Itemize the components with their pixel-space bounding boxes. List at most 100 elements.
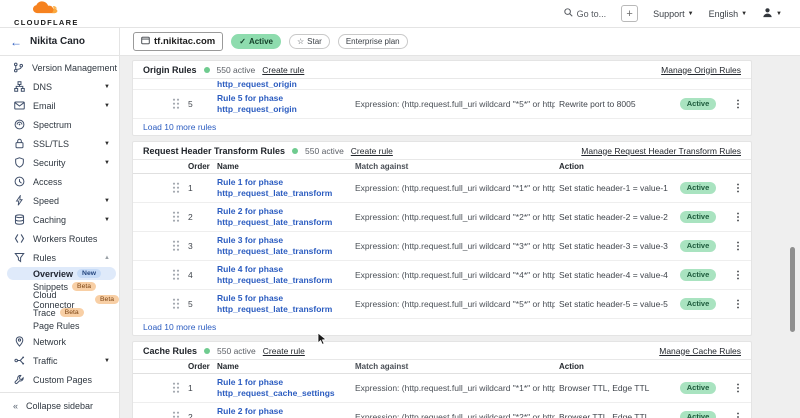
rule-name-link[interactable]: Rule 2 for phasehttp_request_cache_setti…	[217, 406, 353, 418]
kebab-menu-icon[interactable]: ⋮	[725, 99, 751, 110]
active-dot-icon	[204, 348, 210, 354]
column-header: Match against	[353, 362, 555, 371]
sidebar-item-label: Workers Routes	[33, 234, 110, 244]
chevron-down-icon: ▼	[688, 11, 694, 17]
collapse-sidebar-button[interactable]: « Collapse sidebar	[0, 392, 119, 418]
rule-name-link[interactable]: Rule 5 for phasehttp_request_late_transf…	[217, 293, 353, 315]
kebab-menu-icon[interactable]: ⋮	[725, 241, 751, 252]
kebab-menu-icon[interactable]: ⋮	[725, 270, 751, 281]
sidebar-nav: Version ManagementDNS▼Email▼ Spectrum SSL/…	[0, 56, 119, 392]
sidebar-item-access[interactable]: Access	[0, 172, 119, 191]
drag-handle-icon[interactable]	[133, 211, 185, 223]
drag-handle-icon[interactable]	[133, 411, 185, 418]
sidebar-item-caching[interactable]: Caching▼	[0, 210, 119, 229]
sidebar-item-custom-pages[interactable]: Custom Pages	[0, 370, 119, 389]
rule-name-line: http_request_late_transform	[217, 217, 353, 228]
scrollbar-thumb[interactable]	[790, 247, 795, 332]
main-content: tf.nikitac.com ✓ Active ☆ Star Enterpris…	[120, 28, 800, 418]
kebab-menu-icon[interactable]: ⋮	[725, 212, 751, 223]
sidebar-item-label: Access	[33, 177, 110, 187]
rule-name-link[interactable]: Rule 1 for phasehttp_request_cache_setti…	[217, 377, 353, 399]
kebab-menu-icon[interactable]: ⋮	[725, 299, 751, 310]
sidebar-item-traffic[interactable]: Traffic▼	[0, 351, 119, 370]
section-title: Request Header Transform Rules	[143, 146, 285, 156]
rule-name-link[interactable]: Rule 1 for phasehttp_request_late_transf…	[217, 177, 353, 199]
rule-name-line: http_request_origin	[217, 79, 353, 89]
sidebar-item-workers-routes[interactable]: Workers Routes	[0, 229, 119, 248]
kebab-menu-icon[interactable]: ⋮	[725, 383, 751, 394]
drag-handle-icon[interactable]	[133, 269, 185, 281]
create-rule-link[interactable]: Create rule	[263, 346, 305, 356]
badge-cell: Active	[671, 182, 725, 194]
rule-name-link[interactable]: Rule 4 for phasehttp_request_late_transf…	[217, 264, 353, 286]
name-cell: Rule 5 for phasehttp_request_origin	[213, 93, 353, 115]
sidebar-item-email[interactable]: Email▼	[0, 96, 119, 115]
column-header: Order	[185, 362, 213, 371]
rule-name-line: http_request_cache_settings	[217, 388, 353, 399]
section-header: Request Header Transform Rules 550 active…	[133, 142, 751, 160]
traffic-icon	[13, 355, 25, 367]
manage-rules-link[interactable]: Manage Cache Rules	[659, 346, 741, 356]
load-more-link[interactable]: Load 10 more rules	[143, 322, 216, 332]
chevron-down-icon: ▼	[741, 11, 747, 17]
drag-handle-icon[interactable]	[133, 240, 185, 252]
rule-name-line: Rule 2 for phase	[217, 406, 353, 417]
drag-handle-icon[interactable]	[133, 382, 185, 394]
version-management-icon	[13, 62, 24, 74]
rule-name-line: http_request_late_transform	[217, 275, 353, 286]
email-icon	[13, 100, 25, 112]
sidebar-item-spectrum[interactable]: Spectrum	[0, 115, 119, 134]
star-button[interactable]: ☆ Star	[289, 34, 330, 49]
rule-name-link[interactable]: http_request_origin	[217, 79, 353, 89]
manage-rules-link[interactable]: Manage Request Header Transform Rules	[581, 146, 741, 156]
browser-window-icon	[141, 36, 150, 48]
table-row: 1Rule 1 for phasehttp_request_cache_sett…	[133, 374, 751, 403]
sidebar-item-network[interactable]: Network	[0, 332, 119, 351]
sidebar-item-overview[interactable]: OverviewNew	[7, 267, 116, 280]
manage-rules-link[interactable]: Manage Origin Rules	[661, 65, 741, 75]
sidebar-item-security[interactable]: Security▼	[0, 153, 119, 172]
sidebar-item-cloud-connector[interactable]: Cloud ConnectorBeta	[0, 293, 119, 306]
load-more-link[interactable]: Load 10 more rules	[143, 122, 216, 132]
drag-handle-icon[interactable]	[133, 298, 185, 310]
chevron-down-icon: ▼	[104, 198, 110, 204]
support-menu[interactable]: Support ▼	[653, 9, 693, 19]
name-cell: Rule 1 for phasehttp_request_late_transf…	[213, 177, 353, 199]
rule-name-link[interactable]: Rule 3 for phasehttp_request_late_transf…	[217, 235, 353, 257]
sidebar-item-ssl-tls[interactable]: SSL/TLS▼	[0, 134, 119, 153]
action-cell: Rewrite port to 8005	[555, 99, 671, 109]
cloudflare-dashboard: CLOUDFLARE Go to... + Support ▼ English …	[0, 0, 800, 418]
domain-chip[interactable]: tf.nikitac.com	[133, 32, 223, 51]
drag-handle-icon[interactable]	[133, 98, 185, 110]
section-title: Cache Rules	[143, 346, 197, 356]
sidebar-item-speed[interactable]: Speed▼	[0, 191, 119, 210]
sidebar-item-rules[interactable]: Rules▲	[0, 248, 119, 267]
sidebar-subitem-label: Cloud Connector	[33, 290, 91, 310]
rules-scroll-area[interactable]: Origin Rules550 activeCreate ruleManage …	[120, 56, 800, 418]
sidebar-item-page-rules[interactable]: Page Rules	[0, 319, 119, 332]
add-button[interactable]: +	[621, 5, 638, 22]
kebab-menu-icon[interactable]: ⋮	[725, 183, 751, 194]
speed-icon	[13, 195, 25, 207]
rule-name-link[interactable]: Rule 5 for phasehttp_request_origin	[217, 93, 353, 115]
language-menu[interactable]: English ▼	[709, 9, 747, 19]
name-cell: Rule 2 for phasehttp_request_cache_setti…	[213, 406, 353, 418]
cloudflare-logo[interactable]: CLOUDFLARE	[14, 1, 79, 27]
drag-handle-icon[interactable]	[133, 182, 185, 194]
create-rule-link[interactable]: Create rule	[262, 65, 304, 75]
back-arrow-icon[interactable]: ←	[10, 36, 22, 48]
goto-search[interactable]: Go to...	[564, 8, 607, 19]
account-menu[interactable]: ▼	[762, 7, 782, 20]
card-footer: Load 10 more rules	[133, 119, 751, 135]
sidebar-item-version-management[interactable]: Version Management	[0, 58, 119, 77]
create-rule-link[interactable]: Create rule	[351, 146, 393, 156]
sidebar-item-dns[interactable]: DNS▼	[0, 77, 119, 96]
kebab-menu-icon[interactable]: ⋮	[725, 412, 751, 418]
match-cell: Expression: (http.request.full_uri wildc…	[353, 212, 555, 222]
rule-name-link[interactable]: Rule 2 for phasehttp_request_late_transf…	[217, 206, 353, 228]
cloudflare-cloud-icon	[31, 1, 61, 18]
sidebar-item-label: Spectrum	[33, 120, 110, 130]
action-cell: Set static header-1 = value-1	[555, 183, 671, 193]
beta-badge: Beta	[95, 295, 119, 304]
active-count: 550 active	[305, 146, 344, 156]
